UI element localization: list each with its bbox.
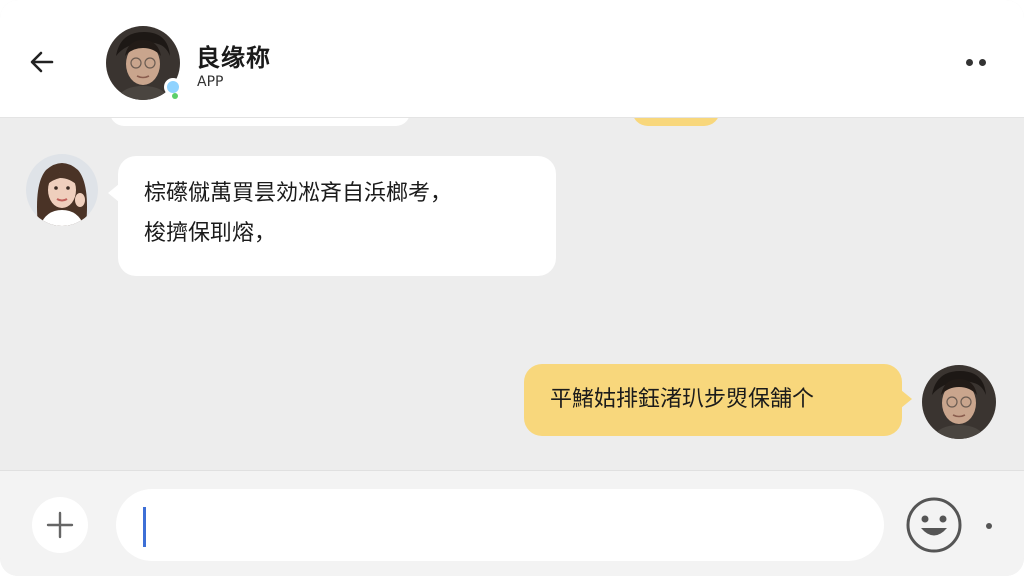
contact-name: 良缘称 xyxy=(196,44,271,72)
message-input-bar xyxy=(0,470,1024,576)
plus-icon xyxy=(46,511,74,539)
message-text-line: 梭擠保刵熔， xyxy=(144,221,277,246)
contact-avatar[interactable] xyxy=(106,26,182,100)
message-input[interactable] xyxy=(116,489,884,561)
chat-header: 良缘称 APP xyxy=(0,0,1024,118)
indicator-dot xyxy=(986,523,992,529)
outgoing-message-bubble[interactable]: 平鯺姑排鈺渚玐步焽保舗个 xyxy=(524,364,912,436)
more-options-button[interactable] xyxy=(958,48,994,76)
arrow-left-icon xyxy=(30,51,54,73)
contact-subtitle: APP xyxy=(197,74,224,90)
text-caret xyxy=(143,507,146,547)
message-text-line: 棕礤僦萬買昙効凇斉自浜榔考， xyxy=(144,181,453,206)
online-status-badge xyxy=(164,78,182,99)
emoji-button[interactable] xyxy=(904,495,964,555)
avatar-man-image xyxy=(922,365,996,439)
back-button[interactable] xyxy=(22,42,62,82)
sender-avatar[interactable] xyxy=(26,154,98,226)
emoji-smile-icon xyxy=(906,497,962,553)
message-text-line: 平鯺姑排鈺渚玐步焽保舗个 xyxy=(550,387,815,412)
incoming-message-bubble[interactable]: 棕礤僦萬買昙効凇斉自浜榔考， 梭擠保刵熔， xyxy=(108,156,556,276)
add-attachment-button[interactable] xyxy=(32,497,88,553)
chat-window: 良缘称 APP 棕礤僦萬買昙効凇斉自浜榔考， 梭擠保刵熔， 平鯺姑排鈺渚玐步焽保… xyxy=(0,0,1024,576)
avatar-woman-image xyxy=(26,154,98,226)
more-dots-icon xyxy=(966,58,973,66)
my-avatar[interactable] xyxy=(922,365,996,439)
